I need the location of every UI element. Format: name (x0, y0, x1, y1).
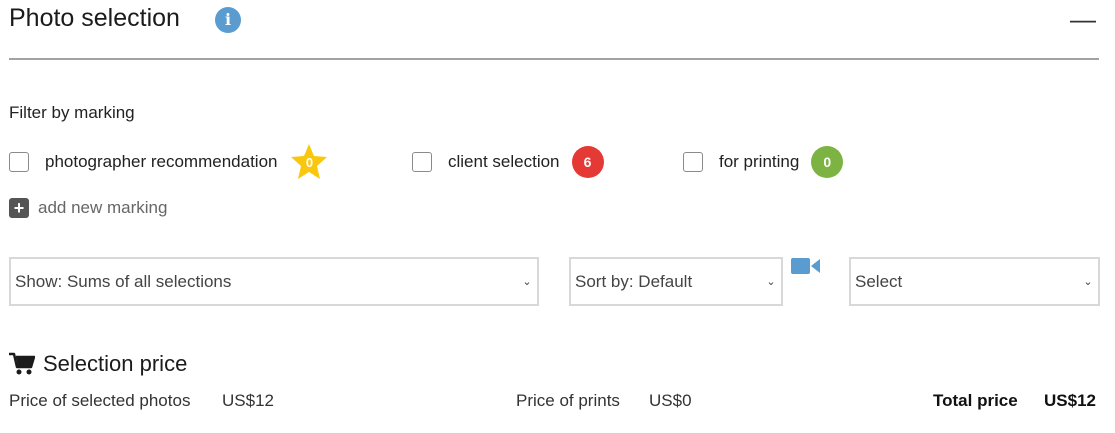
selected-photos-price-value: US$12 (222, 391, 274, 410)
page-title: Photo selection (9, 4, 180, 32)
info-icon[interactable]: i (215, 7, 241, 33)
chevron-down-icon: ⌄ (1083, 276, 1093, 288)
collapse-icon[interactable]: — (1070, 6, 1096, 32)
filter-label: Filter by marking (9, 103, 135, 122)
for-printing-checkbox[interactable] (683, 152, 703, 172)
show-select-value: Show: Sums of all selections (15, 271, 232, 291)
sort-select[interactable]: Sort by: Default ⌄ (569, 257, 783, 306)
selection-price-heading: Selection price (9, 351, 187, 377)
selected-photos-price-label: Price of selected photos (9, 391, 191, 410)
filter-item-label: for printing (719, 152, 800, 171)
show-select[interactable]: Show: Sums of all selections ⌄ (9, 257, 539, 306)
cart-icon (9, 352, 35, 375)
prints-price-label: Price of prints (516, 391, 620, 410)
filter-item-label: photographer recommendation (45, 152, 278, 171)
plus-icon: + (9, 198, 29, 218)
add-marking-button[interactable]: + add new marking (9, 196, 167, 220)
badge-count: 0 (305, 155, 314, 170)
panel-header: Photo selection i — (9, 0, 1099, 60)
action-select[interactable]: Select ⌄ (849, 257, 1100, 306)
sort-select-value: Sort by: Default (575, 271, 693, 291)
chevron-down-icon: ⌄ (522, 276, 532, 288)
video-camera-icon[interactable] (791, 256, 821, 276)
prints-price-value: US$0 (649, 391, 692, 410)
selection-price-title: Selection price (43, 351, 188, 376)
chevron-down-icon: ⌄ (766, 276, 776, 288)
filter-for-printing: for printing 0 (683, 146, 844, 178)
count-badge: 6 (571, 146, 604, 178)
add-marking-label: add new marking (38, 198, 168, 217)
photographer-recommendation-checkbox[interactable] (9, 152, 29, 172)
count-badge: 0 (811, 146, 844, 178)
filter-photographer-recommendation: photographer recommendation 0 (9, 143, 329, 181)
client-selection-checkbox[interactable] (412, 152, 432, 172)
total-price-value: US$12 (1044, 391, 1096, 410)
filter-client-selection: client selection 6 (412, 146, 604, 178)
total-price-label: Total price (933, 391, 1018, 410)
star-badge: 0 (289, 143, 329, 181)
action-select-value: Select (855, 271, 903, 291)
filter-item-label: client selection (448, 152, 560, 171)
